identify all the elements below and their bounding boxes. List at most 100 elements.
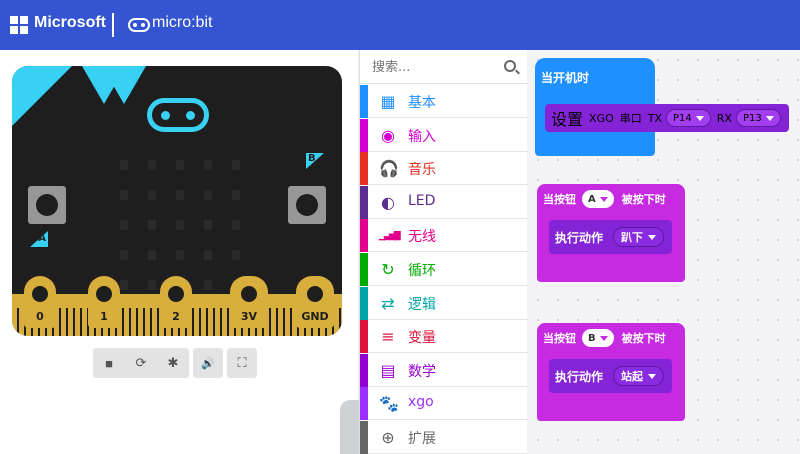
pin-gnd[interactable]: GND (296, 276, 334, 328)
category-label: 音乐 (408, 162, 436, 179)
toolbox-search (360, 50, 528, 84)
toolbox-category[interactable]: ▁▃▅▇ 无线 (360, 219, 528, 253)
top-header: Microsoft micro:bit (0, 0, 800, 50)
button-a-event-block[interactable]: 当按钮 A 被按下时 执行动作 趴下 (537, 184, 685, 282)
category-label: 循环 (408, 263, 436, 279)
action-dropdown[interactable]: 趴下 (613, 227, 665, 247)
stop-button[interactable]: ■ (93, 348, 125, 378)
led (148, 280, 156, 290)
microsoft-brand[interactable]: Microsoft (34, 14, 106, 32)
toolbox-category[interactable]: ⊕ 扩展 (360, 421, 528, 454)
action-dropdown[interactable]: 站起 (613, 366, 665, 386)
button-dropdown[interactable]: A (582, 190, 614, 208)
event-header: 当按钮 B 被按下时 (537, 323, 666, 353)
led (204, 160, 212, 170)
led-matrix (120, 160, 240, 290)
on-start-block[interactable]: 当开机时 设置 XGO 串口 TX P14 RX P13 (535, 58, 789, 156)
led (204, 220, 212, 230)
calculator-icon: ▤ (380, 360, 396, 380)
tx-pin-value: P14 (673, 112, 692, 124)
led (232, 190, 240, 200)
blocks-workspace[interactable]: 当开机时 设置 XGO 串口 TX P14 RX P13 当按钮 A 被按下时 … (528, 50, 800, 454)
tx-pin-dropdown[interactable]: P14 (666, 109, 711, 127)
restart-button[interactable]: ⟳ (125, 348, 157, 378)
fullscreen-button[interactable]: ⛶ (227, 348, 257, 378)
action-block[interactable]: 执行动作 站起 (549, 359, 673, 393)
signal-icon: ▁▃▅▇ (379, 231, 401, 242)
event-suffix: 被按下时 (621, 332, 666, 345)
pin-3v[interactable]: 3V (230, 276, 268, 328)
action-value: 趴下 (621, 231, 644, 244)
microbit-brand[interactable]: micro:bit (152, 14, 212, 32)
speaker-icon: 🔊 (201, 357, 215, 370)
category-label: 变量 (408, 330, 436, 347)
action-block[interactable]: 执行动作 趴下 (549, 220, 673, 254)
toolbox-category[interactable]: ⇄ 逻辑 (360, 286, 528, 320)
led (148, 250, 156, 260)
category-label: 扩展 (408, 431, 436, 447)
microbit-logo-icon (128, 18, 150, 32)
toolbox-category[interactable]: 🎧 音乐 (360, 152, 528, 186)
button-dropdown[interactable]: B (582, 329, 614, 347)
toolbox-category[interactable]: ≡ 变量 (360, 320, 528, 354)
board-edge-decoration (12, 66, 72, 126)
pin-label: 3V (240, 310, 258, 323)
shuffle-icon: ⇄ (381, 293, 395, 313)
button-a[interactable] (28, 186, 66, 224)
category-color-bar (360, 118, 368, 152)
serial-label: 串口 (619, 112, 642, 125)
chevron-down-icon (599, 196, 608, 202)
led (232, 220, 240, 230)
led (204, 190, 212, 200)
led (120, 280, 128, 290)
led (232, 160, 240, 170)
search-icon[interactable] (504, 60, 516, 72)
category-label: 基本 (408, 95, 436, 111)
stop-icon: ■ (105, 355, 113, 371)
pin-label: 2 (172, 310, 180, 323)
board-side-dot (348, 198, 354, 204)
button-b[interactable] (288, 186, 326, 224)
button-b-event-block[interactable]: 当按钮 B 被按下时 执行动作 站起 (537, 323, 685, 421)
category-color-bar (360, 421, 368, 454)
led (148, 190, 156, 200)
button-b-label: B (306, 153, 324, 169)
chevron-down-icon (695, 115, 704, 121)
toolbox-category[interactable]: ◐ LED (360, 185, 528, 219)
scroll-handle[interactable] (340, 400, 360, 454)
toolbox-category[interactable]: ↻ 循环 (360, 253, 528, 286)
category-color-bar (360, 85, 368, 118)
mute-button[interactable]: 🔊 (193, 348, 223, 378)
toggle-icon: ◐ (381, 192, 395, 212)
search-input[interactable] (372, 58, 492, 76)
category-color-bar (360, 286, 368, 320)
led (204, 280, 212, 290)
toolbox-category[interactable]: ▦ 基本 (360, 85, 528, 118)
toolbox-category[interactable]: ▤ 数学 (360, 353, 528, 387)
target-icon: ◉ (381, 125, 395, 145)
pin-1[interactable]: 1 (88, 276, 120, 328)
chevron-down-icon (599, 335, 608, 341)
pin-2[interactable]: 2 (160, 276, 192, 328)
toolbox: ▦ 基本 ◉ 输入 🎧 音乐 ◐ LED ▁▃▅▇ 无线 ↻ 循环 ⇄ 逻辑 ≡ 变量 ▤ 数学 🐾 xgo ⊕ 扩展 (359, 50, 528, 454)
led (120, 250, 128, 260)
toolbox-category[interactable]: 🐾 xgo (360, 387, 528, 421)
plus-circle-icon: ⊕ (381, 428, 395, 447)
led (148, 160, 156, 170)
bug-icon: ✱ (167, 355, 179, 370)
led (120, 190, 128, 200)
debug-button[interactable]: ✱ (157, 348, 189, 378)
set-label: 设置 (551, 110, 584, 129)
toolbox-category[interactable]: ◉ 输入 (360, 118, 528, 152)
category-label: 无线 (408, 229, 436, 246)
category-label: 逻辑 (408, 296, 436, 313)
led (120, 220, 128, 230)
led (232, 250, 240, 260)
pin-label: 1 (100, 310, 108, 323)
board-edge-decoration (102, 66, 146, 104)
rx-pin-dropdown[interactable]: P13 (735, 109, 781, 127)
board-logo-icon[interactable] (147, 98, 209, 132)
category-color-bar (360, 253, 368, 286)
set-serial-block[interactable]: 设置 XGO 串口 TX P14 RX P13 (545, 104, 789, 132)
pin-0[interactable]: 0 (24, 276, 56, 328)
